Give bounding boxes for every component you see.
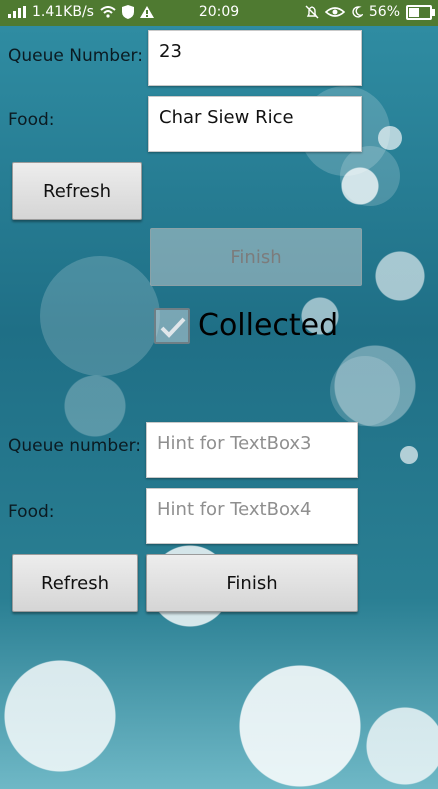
refresh-button[interactable]: Refresh <box>12 162 142 220</box>
bokeh-circle <box>340 146 400 206</box>
collected-checkbox[interactable] <box>154 308 190 344</box>
status-right: 56% <box>305 4 435 20</box>
food-field[interactable]: Char Siew Rice <box>148 96 362 152</box>
battery-fill <box>409 7 419 17</box>
bokeh-circle <box>400 446 418 464</box>
queue-number-field-2[interactable]: Hint for TextBox3 <box>146 422 358 478</box>
status-bar: 1.41KB/s 20:09 56% <box>0 0 438 26</box>
queue-number-field[interactable]: 23 <box>148 30 362 86</box>
food-label-2: Food: <box>8 502 55 522</box>
queue-number-label-2: Queue number: <box>8 436 142 456</box>
collected-label: Collected <box>198 308 339 343</box>
app-content: Queue Number: 23 Food: Char Siew Rice Re… <box>0 26 438 789</box>
eye-icon <box>324 6 345 18</box>
finish-button[interactable]: Finish <box>150 228 362 286</box>
checkmark-icon <box>160 317 186 338</box>
bokeh-circle <box>330 356 400 426</box>
moon-icon <box>351 6 363 18</box>
battery-percent: 56% <box>368 4 400 20</box>
bokeh-circle <box>378 126 402 150</box>
battery-icon <box>406 4 435 20</box>
finish-button-2[interactable]: Finish <box>146 554 358 612</box>
bokeh-circle <box>40 256 160 376</box>
food-label: Food: <box>8 110 55 130</box>
queue-number-label: Queue Number: <box>8 46 143 66</box>
refresh-button-2[interactable]: Refresh <box>12 554 138 612</box>
food-field-2[interactable]: Hint for TextBox4 <box>146 488 358 544</box>
alarm-off-icon <box>305 5 319 19</box>
